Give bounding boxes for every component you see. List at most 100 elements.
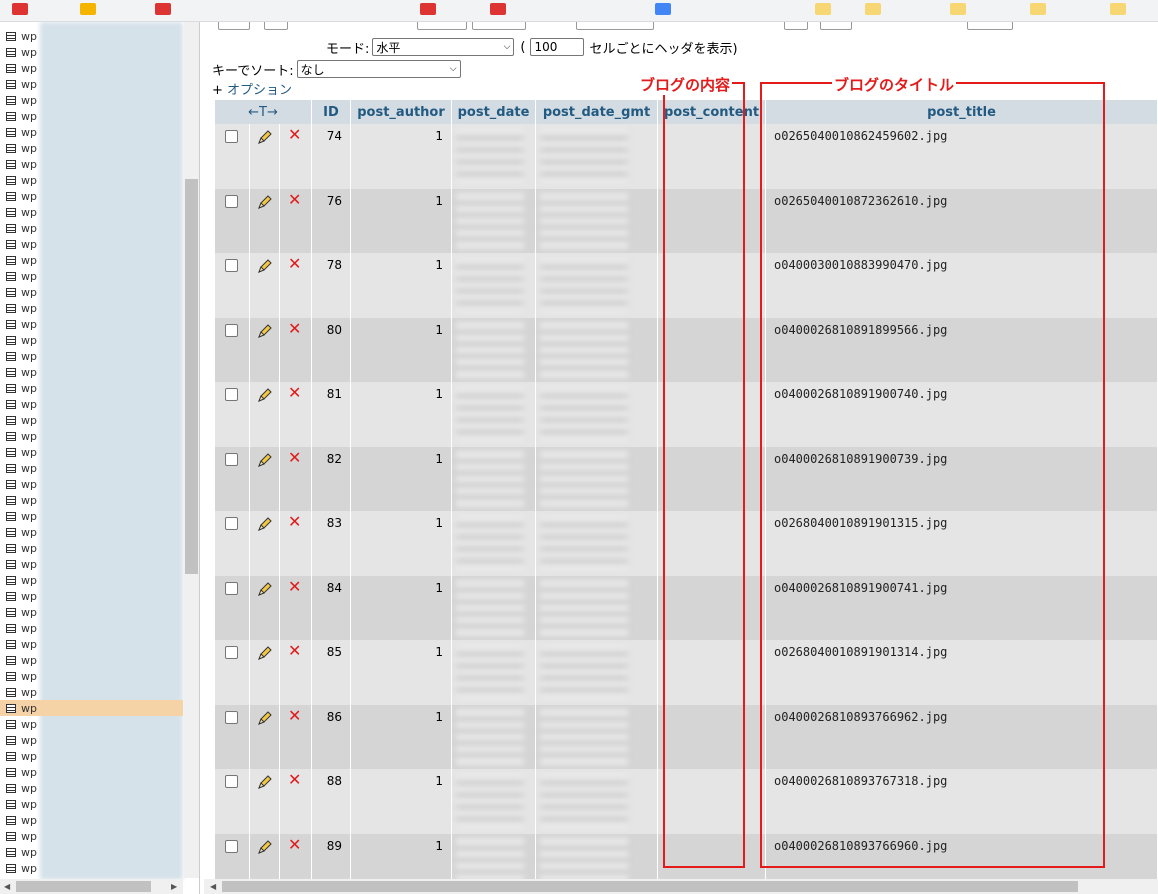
sidebar-item-label[interactable]: wp — [21, 398, 37, 411]
table-icon[interactable] — [6, 767, 16, 777]
delete-icon[interactable]: ✕ — [288, 255, 301, 273]
sidebar-item-label[interactable]: wp — [21, 654, 37, 667]
table-icon[interactable] — [6, 47, 16, 57]
sidebar-item-label[interactable]: wp — [21, 558, 37, 571]
sidebar-item-table[interactable]: wp — [0, 124, 183, 140]
delete-icon[interactable]: ✕ — [288, 577, 301, 596]
bookmark-icon[interactable] — [420, 3, 436, 15]
pencil-icon[interactable] — [256, 709, 274, 727]
sidebar-item-label[interactable]: wp — [21, 526, 37, 539]
table-icon[interactable] — [6, 863, 16, 873]
sidebar-item-table[interactable]: wp — [0, 572, 183, 588]
pencil-icon[interactable] — [256, 515, 274, 533]
row-checkbox[interactable] — [225, 452, 238, 466]
sidebar-item-table[interactable]: wp — [0, 76, 183, 92]
sidebar-item-table[interactable]: wp — [0, 44, 183, 60]
sidebar-item-table[interactable]: wp — [0, 380, 183, 396]
sidebar-item-label[interactable]: wp — [21, 46, 37, 59]
pencil-icon[interactable] — [256, 580, 274, 598]
sidebar-item-label[interactable]: wp — [21, 702, 37, 715]
table-icon[interactable] — [6, 559, 16, 569]
sidebar-item-table[interactable]: wp — [0, 444, 183, 460]
table-icon[interactable] — [6, 367, 16, 377]
pencil-icon[interactable] — [256, 773, 274, 791]
sidebar-item-table[interactable]: wp — [0, 204, 183, 220]
sidebar-item-table[interactable]: wp — [0, 668, 183, 684]
sidebar-item-label[interactable]: wp — [21, 238, 37, 251]
sidebar-item-label[interactable]: wp — [21, 462, 37, 475]
row-checkbox[interactable] — [225, 646, 238, 659]
bookmark-icon[interactable] — [655, 3, 671, 15]
sidebar-item-table[interactable]: wp — [0, 588, 183, 604]
scrollbar-thumb[interactable] — [185, 179, 198, 574]
table-icon[interactable] — [6, 191, 16, 201]
start-row-input[interactable] — [576, 22, 654, 30]
table-icon[interactable] — [6, 671, 16, 681]
sidebar-item-label[interactable]: wp — [21, 686, 37, 699]
row-checkbox[interactable] — [225, 388, 238, 401]
table-icon[interactable] — [6, 335, 16, 345]
table-icon[interactable] — [6, 751, 16, 761]
delete-icon[interactable]: ✕ — [288, 706, 301, 725]
table-icon[interactable] — [6, 495, 16, 505]
sidebar-item-label[interactable]: wp — [21, 574, 37, 587]
table-icon[interactable] — [6, 207, 16, 217]
row-checkbox[interactable] — [225, 259, 238, 272]
sidebar-item-table[interactable]: wp — [0, 316, 183, 332]
folder-icon[interactable] — [950, 3, 966, 15]
table-icon[interactable] — [6, 159, 16, 169]
sidebar-item-label[interactable]: wp — [21, 446, 37, 459]
sidebar-item-table[interactable]: wp — [0, 220, 183, 236]
sidebar-item-table[interactable]: wp — [0, 556, 183, 572]
bookmark-icon[interactable] — [490, 3, 506, 15]
folder-icon[interactable] — [1030, 3, 1046, 15]
table-icon[interactable] — [6, 415, 16, 425]
delete-icon[interactable]: ✕ — [288, 513, 301, 531]
sidebar-item-table[interactable]: wp — [0, 636, 183, 652]
scroll-left-icon[interactable]: ◀ — [4, 882, 10, 891]
main-horizontal-scrollbar[interactable]: ◀ — [204, 879, 1158, 894]
delete-icon[interactable]: ✕ — [288, 126, 301, 144]
table-icon[interactable] — [6, 687, 16, 697]
sidebar-item-label[interactable]: wp — [21, 110, 37, 123]
sidebar-item-label[interactable]: wp — [21, 350, 37, 363]
table-icon[interactable] — [6, 319, 16, 329]
table-icon[interactable] — [6, 383, 16, 393]
table-icon[interactable] — [6, 31, 16, 41]
bookmark-icon[interactable] — [155, 3, 171, 15]
column-header-id[interactable]: ID — [312, 100, 351, 124]
nav-button[interactable] — [784, 22, 808, 30]
sidebar-item-table[interactable]: wp — [0, 236, 183, 252]
folder-icon[interactable] — [815, 3, 831, 15]
sidebar-item-label[interactable]: wp — [21, 846, 37, 859]
row-checkbox[interactable] — [225, 194, 238, 208]
sidebar-item-label[interactable]: wp — [21, 782, 37, 795]
sidebar-item-label[interactable]: wp — [21, 814, 37, 827]
sidebar-item-table[interactable]: wp — [0, 828, 183, 844]
sidebar-item-table[interactable]: wp — [0, 332, 183, 348]
row-checkbox[interactable] — [225, 710, 238, 724]
scrollbar-thumb[interactable] — [16, 881, 151, 892]
sidebar-item-table[interactable]: wp — [0, 604, 183, 620]
sidebar-item-table[interactable]: wp — [0, 412, 183, 428]
scrollbar-thumb[interactable] — [222, 881, 1078, 892]
sidebar-item-table[interactable]: wp — [0, 108, 183, 124]
table-icon[interactable] — [6, 799, 16, 809]
table-icon[interactable] — [6, 543, 16, 553]
table-icon[interactable] — [6, 639, 16, 649]
column-header-post-date[interactable]: post_date — [452, 100, 536, 124]
table-icon[interactable] — [6, 431, 16, 441]
sidebar-item-table[interactable]: wp — [0, 684, 183, 700]
table-icon[interactable] — [6, 607, 16, 617]
bookmark-icon[interactable] — [12, 3, 28, 15]
sidebar-item-label[interactable]: wp — [21, 318, 37, 331]
pencil-icon[interactable] — [256, 322, 274, 340]
pencil-icon[interactable] — [256, 128, 274, 146]
delete-icon[interactable]: ✕ — [288, 190, 301, 209]
sidebar-item-table[interactable]: wp — [0, 284, 183, 300]
sidebar-item-table[interactable]: wp — [0, 172, 183, 188]
table-icon[interactable] — [6, 591, 16, 601]
sidebar-item-table[interactable]: wp — [0, 524, 183, 540]
sidebar-item-table[interactable]: wp — [0, 716, 183, 732]
sidebar-item-label[interactable]: wp — [21, 494, 37, 507]
